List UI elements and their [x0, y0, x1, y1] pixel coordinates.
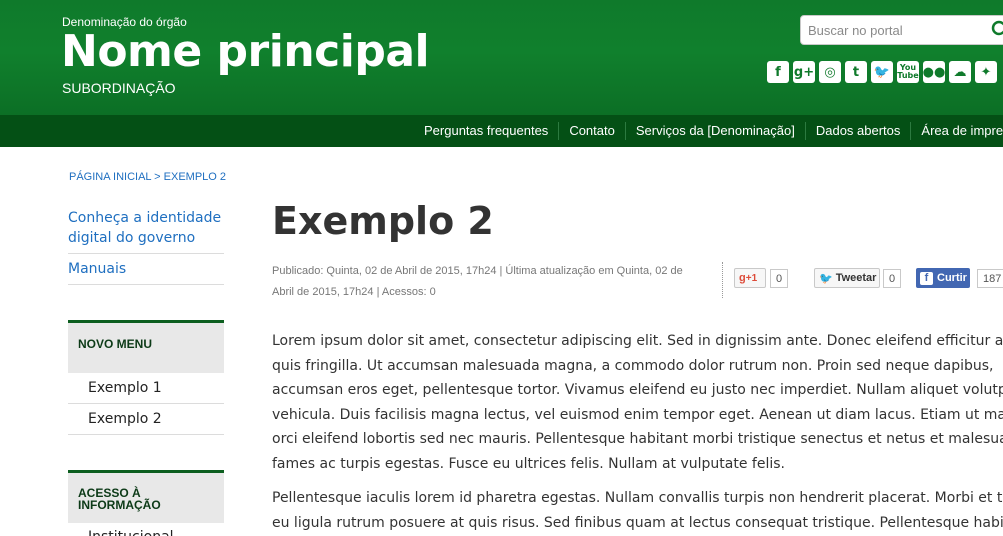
divider	[68, 284, 224, 285]
article-meta: Publicado: Quinta, 02 de Abril de 2015, …	[272, 265, 683, 298]
nav-link-press[interactable]: Área de imprensa	[910, 122, 1003, 140]
fb-label: Curtir	[937, 272, 967, 284]
search-icon[interactable]	[990, 19, 1003, 41]
social-icons: f g+ ◎ t 🐦 You Tube ●● ☁ ✦	[767, 61, 997, 83]
sidebar-item-exemplo-1[interactable]: Exemplo 1	[88, 378, 162, 398]
flickr-icon[interactable]: ●●	[923, 61, 945, 83]
nav-link-faq[interactable]: Perguntas frequentes	[414, 122, 558, 140]
nav-links: Perguntas frequentes Contato Serviços da…	[414, 115, 1003, 147]
tweet-button[interactable]: 🐦 Tweetar	[814, 268, 880, 288]
search-box	[800, 15, 1003, 45]
share-divider	[722, 262, 723, 298]
facebook-like-button[interactable]: f Curtir	[916, 268, 970, 288]
google-plus-one-button[interactable]: g +1	[734, 268, 766, 288]
gplus-count: 0	[770, 269, 789, 288]
subordination-label: SUBORDINAÇÃO	[62, 80, 176, 96]
nav-link-services[interactable]: Serviços da [Denominação]	[624, 122, 805, 140]
twitter-bird-icon: 🐦	[819, 272, 833, 285]
site-header: Denominação do órgão Nome principal SUBO…	[0, 0, 1003, 115]
paragraph-2: Pellentesque iaculis lorem id pharetra e…	[272, 486, 1003, 535]
divider	[68, 403, 224, 404]
youtube-icon[interactable]: You Tube	[897, 61, 919, 83]
paragraph-line: orci eleifend lobortis sed nec mauris. P…	[272, 431, 1003, 447]
nav-link-open-data[interactable]: Dados abertos	[804, 122, 911, 140]
top-navbar: Perguntas frequentes Contato Serviços da…	[0, 115, 1003, 147]
facebook-icon[interactable]: f	[767, 61, 789, 83]
paragraph-line: eu ligula rutrum posuere at quis risus. …	[272, 514, 1003, 531]
search-input[interactable]	[801, 16, 981, 44]
twitter-icon[interactable]: 🐦	[871, 61, 893, 83]
menu-title: ACESSO À INFORMAÇÃO	[78, 486, 161, 512]
gplus-label: +1	[745, 272, 758, 284]
page-title: Exemplo 2	[272, 199, 494, 243]
paragraph-line: Pellentesque iaculis lorem id pharetra e…	[272, 490, 1003, 506]
facebook-icon: f	[920, 271, 933, 285]
sidebar-item-exemplo-2[interactable]: Exemplo 2	[88, 409, 162, 429]
nav-link-contact[interactable]: Contato	[558, 122, 625, 140]
soundcloud-icon[interactable]: ☁	[949, 61, 971, 83]
sidebar-menu-header-new-menu[interactable]: NOVO MENU	[68, 320, 224, 373]
divider	[68, 253, 224, 254]
divider	[68, 434, 224, 435]
instagram-icon[interactable]: ◎	[819, 61, 841, 83]
menu-title: NOVO MENU	[78, 337, 153, 351]
site-title[interactable]: Nome principal	[61, 26, 430, 78]
sidebar-menu-header-access-info[interactable]: ACESSO À INFORMAÇÃO	[68, 470, 224, 523]
paragraph-line: accumsan eros eget, pellentesque tortor.…	[272, 382, 1003, 398]
tweet-label: Tweetar	[835, 272, 877, 284]
paragraph-line: Lorem ipsum dolor sit amet, consectetur …	[272, 333, 1003, 349]
paragraph-1: Lorem ipsum dolor sit amet, consectetur …	[272, 329, 1003, 476]
paragraph-line: fames ac turpis egestas. Fusce eu ultric…	[272, 455, 785, 472]
fb-count: 187	[977, 269, 1003, 288]
sidebar-link-manuals[interactable]: Manuais	[68, 259, 126, 279]
paragraph-line: vehicula. Duis facilisis magna lectus, v…	[272, 406, 1003, 423]
google-plus-icon: g	[739, 272, 746, 284]
tumblr-icon[interactable]: t	[845, 61, 867, 83]
sidebar-link-digital-identity[interactable]: Conheça a identidade digital do governo	[68, 208, 228, 248]
google-plus-icon[interactable]: g+	[793, 61, 815, 83]
slideshare-icon[interactable]: ✦	[975, 61, 997, 83]
paragraph-line: quis fringilla. Ut accumsan malesuada ma…	[272, 357, 994, 374]
sidebar-item-institucional[interactable]: Institucional	[88, 527, 174, 536]
breadcrumb[interactable]: PÁGINA INICIAL > EXEMPLO 2	[69, 171, 226, 183]
tweet-count: 0	[883, 269, 902, 288]
